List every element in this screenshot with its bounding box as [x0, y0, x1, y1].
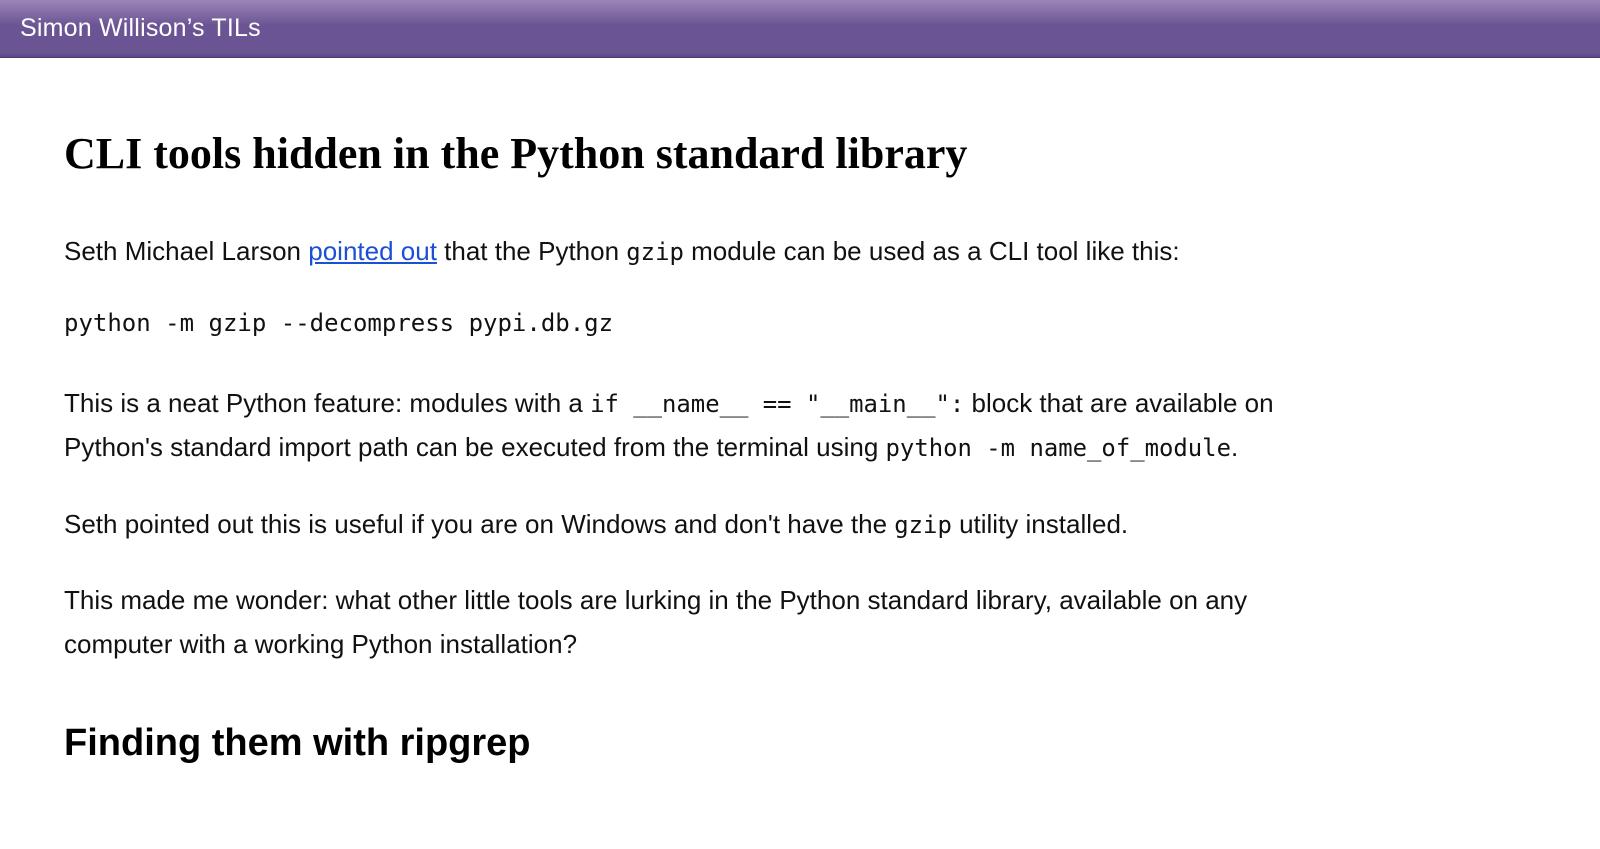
inline-code-gzip-2: gzip	[894, 511, 952, 539]
text-span: Seth pointed out this is useful if you a…	[64, 509, 894, 539]
text-span: This is a neat Python feature: modules w…	[64, 388, 590, 418]
article: CLI tools hidden in the Python standard …	[0, 58, 1400, 849]
code-block-gzip-example: python -m gzip --decompress pypi.db.gz	[64, 305, 1336, 341]
paragraph-windows-note: Seth pointed out this is useful if you a…	[64, 502, 1336, 546]
inline-code-python-m: python -m name_of_module	[886, 434, 1231, 462]
paragraph-feature-explain: This is a neat Python feature: modules w…	[64, 381, 1336, 469]
section-heading-ripgrep: Finding them with ripgrep	[64, 722, 1336, 765]
text-span: module can be used as a CLI tool like th…	[684, 236, 1180, 266]
site-title-link[interactable]: Simon Willison’s TILs	[20, 14, 261, 43]
inline-code-ifmain: if __name__ == "__main__":	[590, 390, 964, 418]
paragraph-question: This made me wonder: what other little t…	[64, 578, 1336, 666]
pointed-out-link[interactable]: pointed out	[308, 236, 437, 266]
intro-paragraph: Seth Michael Larson pointed out that the…	[64, 229, 1336, 273]
page-title: CLI tools hidden in the Python standard …	[64, 128, 1336, 179]
text-span: .	[1231, 432, 1238, 462]
site-header: Simon Willison’s TILs	[0, 0, 1600, 58]
text-span: that the Python	[437, 236, 626, 266]
text-span: Seth Michael Larson	[64, 236, 308, 266]
text-span: utility installed.	[952, 509, 1128, 539]
inline-code-gzip: gzip	[626, 238, 684, 266]
